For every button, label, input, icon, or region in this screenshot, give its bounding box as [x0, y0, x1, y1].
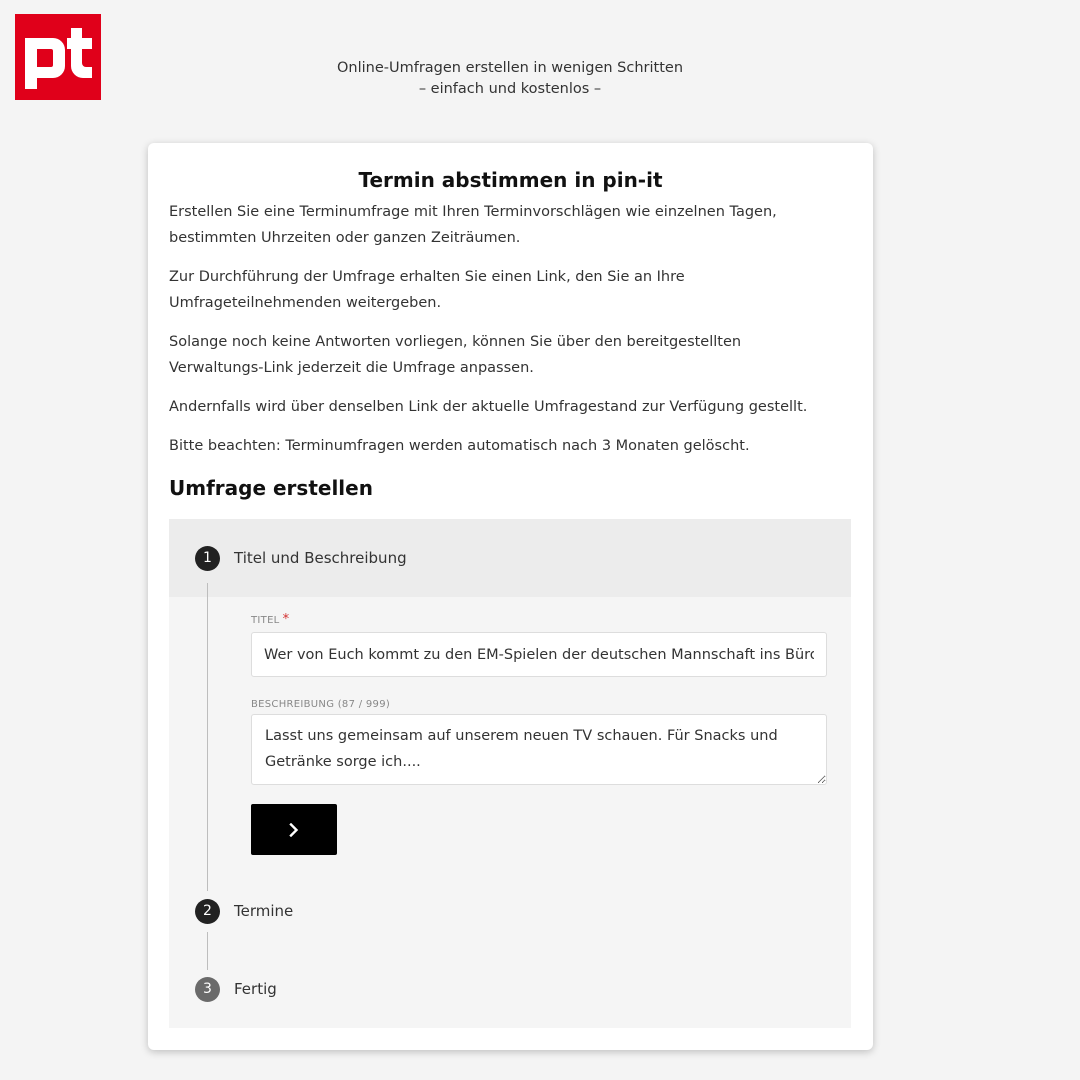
tagline-line-2: – einfach und kostenlos – — [418, 81, 602, 97]
tagline-line-1: Online-Umfragen erstellen in wenigen Sch… — [336, 60, 684, 76]
step-connector — [207, 932, 208, 970]
intro-paragraph: Zur Durchführung der Umfrage erhalten Si… — [169, 269, 685, 311]
main-card: Termin abstimmen in pin-it Erstellen Sie… — [148, 143, 873, 1050]
step-2-label: Termine — [234, 902, 294, 920]
intro-paragraph: Bitte beachten: Terminumfragen werden au… — [169, 438, 750, 454]
next-button[interactable] — [251, 804, 337, 855]
page-title: Termin abstimmen in pin-it — [358, 168, 663, 192]
title-label: TITEL * — [251, 612, 290, 627]
step-1-number: 1 — [195, 546, 220, 571]
intro-paragraph: Solange noch keine Antworten vorliegen, … — [169, 334, 742, 376]
description-label: BESCHREIBUNG (87 / 999) — [251, 699, 391, 710]
description-textarea[interactable]: Lasst uns gemeinsam auf unserem neuen TV… — [251, 714, 827, 785]
step-connector — [207, 583, 208, 891]
stepper: 1 Titel und Beschreibung TITEL* BESCHREI… — [169, 519, 851, 1028]
step-3-number: 3 — [195, 977, 220, 1002]
required-marker: * — [282, 612, 290, 627]
intro-text: Erstellen Sie eine Terminumfrage mit Ihr… — [169, 199, 829, 472]
intro-paragraph: Andernfalls wird über denselben Link der… — [169, 399, 808, 415]
title-input[interactable] — [251, 632, 827, 677]
tagline: Online-Umfragen erstellen in wenigen Sch… — [0, 58, 1020, 100]
section-title: Umfrage erstellen — [169, 476, 373, 500]
step-3-label: Fertig — [234, 980, 277, 998]
chevron-right-icon — [289, 822, 299, 837]
intro-paragraph: Erstellen Sie eine Terminumfrage mit Ihr… — [169, 204, 777, 246]
step-1-label: Titel und Beschreibung — [234, 549, 407, 567]
step-2-number: 2 — [195, 899, 220, 924]
step-1-header[interactable]: 1 Titel und Beschreibung — [169, 519, 851, 597]
